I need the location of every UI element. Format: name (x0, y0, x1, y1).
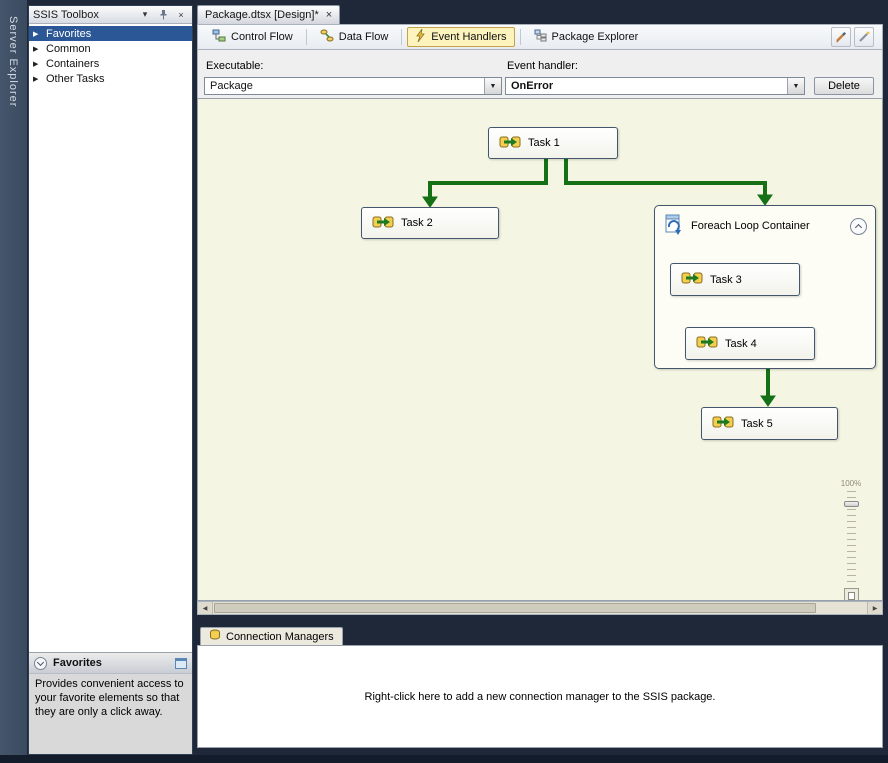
toolbox-item-label: Common (46, 43, 91, 55)
foreach-loop-icon (663, 213, 683, 240)
task-node[interactable]: Task 5 (701, 407, 838, 440)
close-icon[interactable]: × (174, 8, 188, 21)
toolbox-item-other-tasks[interactable]: ▶ Other Tasks (29, 71, 192, 86)
task-label: Task 2 (401, 217, 433, 229)
document-tabstrip: Package.dtsx [Design]* × (197, 5, 883, 24)
executable-dropdown[interactable]: Package ▼ (204, 77, 502, 95)
horizontal-scrollbar[interactable]: ◀ ▶ (197, 601, 883, 615)
task-label: Task 4 (725, 338, 757, 350)
task-label: Task 5 (741, 418, 773, 430)
task-label: Task 1 (528, 137, 560, 149)
tab-data-flow[interactable]: Data Flow (312, 27, 397, 47)
toolbox-item-containers[interactable]: ▶ Containers (29, 56, 192, 71)
scrollbar-thumb[interactable] (214, 603, 816, 613)
connection-managers-empty-text: Right-click here to add a new connection… (365, 691, 716, 703)
document-area: Package.dtsx [Design]* × Control Flow Da… (197, 5, 883, 755)
zoom-control: 100% (839, 479, 863, 601)
task-icon (499, 135, 521, 152)
task-icon (696, 335, 718, 352)
expand-arrow-icon[interactable]: ▶ (33, 75, 41, 83)
expand-arrow-icon[interactable]: ▶ (33, 45, 41, 53)
toolbox-tree: ▶ Favorites ▶ Common ▶ Containers ▶ Othe… (29, 24, 192, 652)
container-header: Foreach Loop Container (655, 206, 875, 246)
delete-button[interactable]: Delete (814, 77, 874, 95)
event-handler-dropdown[interactable]: OnError ▼ (505, 77, 805, 95)
toolbar-separator (306, 29, 307, 45)
toolbox-item-label: Other Tasks (46, 73, 105, 85)
pencil-icon[interactable] (831, 27, 851, 47)
toolbox-item-label: Favorites (46, 28, 91, 40)
event-handler-bar: Executable: Event handler: Package ▼ OnE… (197, 50, 883, 98)
document-tab-title: Package.dtsx [Design]* (205, 9, 319, 21)
side-tab-strip: Server Explorer (0, 0, 27, 755)
favorites-description-header[interactable]: Favorites (29, 652, 192, 674)
toolbox-item-favorites[interactable]: ▶ Favorites (29, 26, 192, 41)
design-surface[interactable]: Task 1 Task 2 Foreach Loop Container Tas… (197, 98, 883, 601)
task-node[interactable]: Task 2 (361, 207, 499, 239)
window-menu-icon[interactable]: ▾ (138, 8, 152, 21)
scroll-left-icon[interactable]: ◀ (198, 602, 213, 614)
toolbar-separator (401, 29, 402, 45)
panel-options-icon[interactable] (175, 658, 187, 669)
chevron-down-icon[interactable]: ▼ (484, 78, 501, 94)
task-label: Task 3 (710, 274, 742, 286)
tab-event-handlers[interactable]: Event Handlers (407, 27, 514, 47)
expand-arrow-icon[interactable]: ▶ (33, 30, 41, 38)
event-handler-label: Event handler: (507, 60, 578, 72)
data-flow-icon (320, 29, 334, 45)
connection-manager-icon (209, 629, 221, 644)
status-bar (0, 755, 888, 763)
task-node[interactable]: Task 4 (685, 327, 815, 360)
executable-label: Executable: (206, 60, 263, 72)
toolbox-title: SSIS Toolbox (33, 9, 134, 21)
favorites-panel-title: Favorites (53, 657, 169, 669)
tab-package-explorer[interactable]: Package Explorer (526, 27, 647, 47)
toolbar-separator (520, 29, 521, 45)
favorites-description-text: Provides convenient access to your favor… (29, 674, 192, 754)
pin-icon[interactable] (156, 8, 170, 21)
task-icon (681, 271, 703, 288)
connection-managers-tab-label: Connection Managers (226, 631, 334, 643)
task-node[interactable]: Task 3 (670, 263, 800, 296)
expand-arrow-icon[interactable]: ▶ (33, 60, 41, 68)
chevron-down-icon[interactable] (34, 657, 47, 670)
scrollbar-track[interactable] (213, 602, 867, 614)
scroll-right-icon[interactable]: ▶ (867, 602, 882, 614)
server-explorer-tab[interactable]: Server Explorer (7, 16, 19, 107)
control-flow-icon (212, 29, 226, 45)
zoom-slider[interactable] (847, 491, 856, 583)
collapse-chevron-icon[interactable] (850, 218, 867, 235)
zoom-level-label: 100% (839, 479, 863, 488)
toolbox-item-common[interactable]: ▶ Common (29, 41, 192, 56)
tab-control-flow[interactable]: Control Flow (204, 27, 301, 47)
container-title: Foreach Loop Container (691, 220, 842, 232)
connection-managers-tab[interactable]: Connection Managers (200, 627, 343, 645)
wand-icon[interactable] (854, 27, 874, 47)
foreach-loop-container[interactable]: Foreach Loop Container Task 3 Task 4 (654, 205, 876, 369)
toolbox-header: SSIS Toolbox ▾ × (29, 6, 192, 24)
chevron-down-icon[interactable]: ▼ (787, 78, 804, 94)
zoom-slider-thumb[interactable] (844, 501, 859, 507)
task-node[interactable]: Task 1 (488, 127, 618, 159)
document-tab[interactable]: Package.dtsx [Design]* × (197, 5, 340, 24)
lightning-icon (415, 29, 426, 45)
ssis-toolbox-panel: SSIS Toolbox ▾ × ▶ Favorites ▶ Common ▶ … (28, 5, 193, 755)
fit-to-window-button[interactable] (844, 588, 859, 601)
toolbox-item-label: Containers (46, 58, 99, 70)
task-icon (372, 215, 394, 232)
connection-managers-panel[interactable]: Right-click here to add a new connection… (197, 645, 883, 748)
close-icon[interactable]: × (326, 10, 332, 21)
task-icon (712, 415, 734, 432)
designer-toolbar: Control Flow Data Flow Event Handlers Pa… (197, 24, 883, 50)
package-explorer-icon (534, 29, 547, 45)
